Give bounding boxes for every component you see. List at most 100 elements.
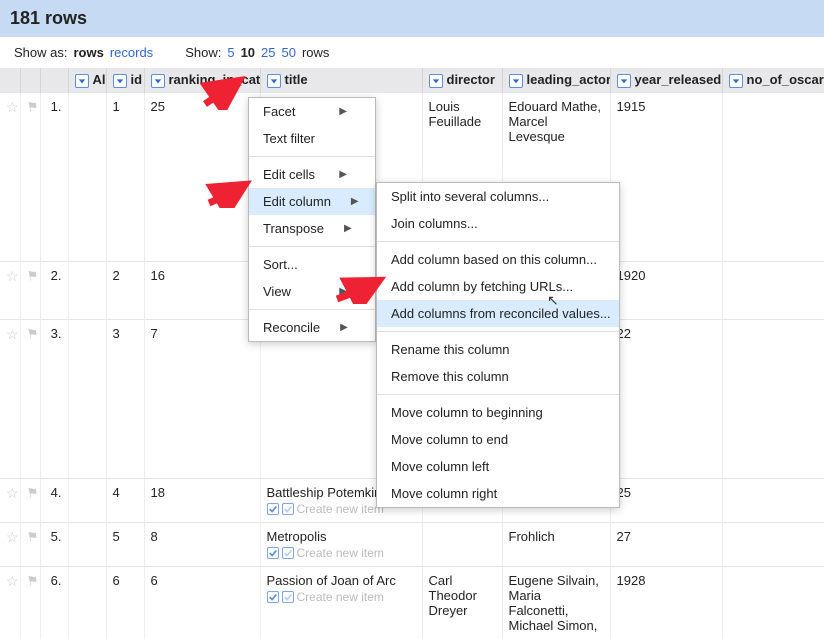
check-icon[interactable] bbox=[267, 503, 279, 515]
cell-ranking: 7 bbox=[144, 319, 260, 478]
col-menu-id[interactable] bbox=[113, 74, 127, 88]
chevron-right-icon: ▶ bbox=[339, 286, 347, 297]
submenu-split[interactable]: Split into several columns... bbox=[377, 183, 619, 210]
cell-actors: Eugene Silvain, Maria Falconetti, Michae… bbox=[502, 566, 610, 639]
cell-ranking: 8 bbox=[144, 522, 260, 566]
flag-icon[interactable]: ⚑ bbox=[25, 325, 39, 343]
cell-title-value: Passion of Joan of Arc bbox=[267, 573, 416, 588]
col-header-director[interactable]: director bbox=[422, 68, 502, 92]
column-context-menu[interactable]: Facet▶ Text filter Edit cells▶ Edit colu… bbox=[248, 97, 376, 342]
row-index: 3. bbox=[40, 319, 68, 478]
edit-column-submenu[interactable]: Split into several columns... Join colum… bbox=[376, 182, 620, 508]
flag-icon[interactable]: ⚑ bbox=[25, 484, 39, 502]
submenu-move-left[interactable]: Move column left bbox=[377, 453, 619, 480]
cell-id: 6 bbox=[106, 566, 144, 639]
show-rows-suffix: rows bbox=[302, 45, 329, 60]
show-10[interactable]: 10 bbox=[241, 45, 255, 60]
show-as-label: Show as: bbox=[14, 45, 67, 60]
row-index: 6. bbox=[40, 566, 68, 639]
flag-icon[interactable]: ⚑ bbox=[25, 98, 39, 116]
star-icon[interactable]: ☆ bbox=[6, 326, 19, 342]
cell-id: 3 bbox=[106, 319, 144, 478]
cell-director bbox=[422, 522, 502, 566]
col-menu-all[interactable] bbox=[75, 74, 89, 88]
submenu-rename[interactable]: Rename this column bbox=[377, 336, 619, 363]
star-icon[interactable]: ☆ bbox=[6, 485, 19, 501]
row-index: 4. bbox=[40, 478, 68, 522]
cell-id: 4 bbox=[106, 478, 144, 522]
create-new-item[interactable]: Create new item bbox=[297, 590, 384, 604]
cell-year: 1920 bbox=[610, 261, 722, 319]
cell-year: 1915 bbox=[610, 92, 722, 261]
star-icon[interactable]: ☆ bbox=[6, 268, 19, 284]
row-index: 1. bbox=[40, 92, 68, 261]
cell-year: 22 bbox=[610, 319, 722, 478]
check-icon[interactable] bbox=[282, 591, 294, 603]
star-icon[interactable]: ☆ bbox=[6, 573, 19, 589]
flag-icon[interactable]: ⚑ bbox=[25, 572, 39, 590]
submenu-join[interactable]: Join columns... bbox=[377, 210, 619, 237]
col-header-all[interactable]: All bbox=[68, 68, 106, 92]
chevron-right-icon: ▶ bbox=[339, 106, 347, 117]
col-header-ranking[interactable]: ranking_in_category bbox=[144, 68, 260, 92]
cell-id: 1 bbox=[106, 92, 144, 261]
row-count-header: 181 rows bbox=[0, 0, 824, 37]
col-menu-actors[interactable] bbox=[509, 74, 523, 88]
cell-year: 1928 bbox=[610, 566, 722, 639]
col-header-id[interactable]: id bbox=[106, 68, 144, 92]
create-new-item[interactable]: Create new item bbox=[297, 546, 384, 560]
col-menu-ranking[interactable] bbox=[151, 74, 165, 88]
col-header-year[interactable]: year_released bbox=[610, 68, 722, 92]
flag-icon[interactable]: ⚑ bbox=[25, 267, 39, 285]
col-header-actors[interactable]: leading_actors bbox=[502, 68, 610, 92]
submenu-move-right[interactable]: Move column right bbox=[377, 480, 619, 507]
flag-icon[interactable]: ⚑ bbox=[25, 528, 39, 546]
cell-year: 27 bbox=[610, 522, 722, 566]
col-header-title[interactable]: title bbox=[260, 68, 422, 92]
cell-ranking: 25 bbox=[144, 92, 260, 261]
check-icon[interactable] bbox=[282, 503, 294, 515]
submenu-add-fetch[interactable]: Add column by fetching URLs... bbox=[377, 273, 619, 300]
col-menu-year[interactable] bbox=[617, 74, 631, 88]
column-header-row: All id ranking_in_category title directo… bbox=[0, 68, 824, 92]
menu-edit-cells[interactable]: Edit cells▶ bbox=[249, 161, 375, 188]
menu-facet[interactable]: Facet▶ bbox=[249, 98, 375, 125]
show-50[interactable]: 50 bbox=[282, 45, 296, 60]
menu-transpose[interactable]: Transpose▶ bbox=[249, 215, 375, 242]
menu-view[interactable]: View▶ bbox=[249, 278, 375, 305]
submenu-move-beginning[interactable]: Move column to beginning bbox=[377, 399, 619, 426]
show-count-label: Show: bbox=[185, 45, 221, 60]
menu-reconcile[interactable]: Reconcile▶ bbox=[249, 314, 375, 341]
view-options-bar: Show as: rows records Show: 5 10 25 50 r… bbox=[0, 37, 824, 68]
col-menu-title[interactable] bbox=[267, 74, 281, 88]
star-icon[interactable]: ☆ bbox=[6, 99, 19, 115]
create-new-item[interactable]: Create new item bbox=[297, 502, 384, 516]
show-as-records[interactable]: records bbox=[110, 45, 153, 60]
star-icon[interactable]: ☆ bbox=[6, 529, 19, 545]
chevron-right-icon: ▶ bbox=[339, 169, 347, 180]
submenu-add-reconciled[interactable]: Add columns from reconciled values... bbox=[377, 300, 619, 327]
check-icon[interactable] bbox=[267, 591, 279, 603]
submenu-add-based[interactable]: Add column based on this column... bbox=[377, 246, 619, 273]
check-icon[interactable] bbox=[282, 547, 294, 559]
show-5[interactable]: 5 bbox=[227, 45, 234, 60]
cell-ranking: 6 bbox=[144, 566, 260, 639]
menu-sort[interactable]: Sort... bbox=[249, 251, 375, 278]
cell-id: 5 bbox=[106, 522, 144, 566]
submenu-move-end[interactable]: Move column to end bbox=[377, 426, 619, 453]
cell-year: 25 bbox=[610, 478, 722, 522]
menu-text-filter[interactable]: Text filter bbox=[249, 125, 375, 152]
menu-edit-column[interactable]: Edit column▶ bbox=[249, 188, 375, 215]
chevron-right-icon: ▶ bbox=[340, 322, 348, 333]
show-as-rows[interactable]: rows bbox=[73, 45, 103, 60]
col-header-oscars[interactable]: no_of_oscars won bbox=[722, 68, 824, 92]
col-menu-director[interactable] bbox=[429, 74, 443, 88]
cell-id: 2 bbox=[106, 261, 144, 319]
col-menu-oscars[interactable] bbox=[729, 74, 743, 88]
submenu-remove[interactable]: Remove this column bbox=[377, 363, 619, 390]
check-icon[interactable] bbox=[267, 547, 279, 559]
cell-actors: Frohlich bbox=[502, 522, 610, 566]
table-row: ☆⚑5.58MetropolisCreate new itemFrohlich2… bbox=[0, 522, 824, 566]
show-25[interactable]: 25 bbox=[261, 45, 275, 60]
cell-director: Carl Theodor Dreyer bbox=[422, 566, 502, 639]
